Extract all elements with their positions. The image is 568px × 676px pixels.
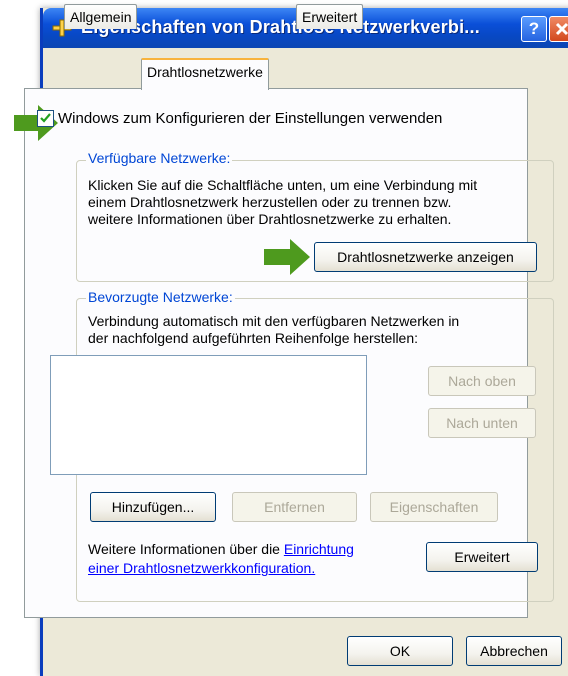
available-networks-title: Verfügbare Netzwerke: — [86, 150, 233, 166]
add-button[interactable]: Hinzufügen... — [90, 492, 216, 522]
checkmark-icon — [40, 113, 51, 123]
remove-button[interactable]: Entfernen — [232, 492, 357, 522]
move-up-button[interactable]: Nach oben — [428, 366, 536, 396]
preferred-networks-line-1: Verbindung automatisch mit den verfügbar… — [88, 313, 460, 329]
setup-link[interactable]: Einrichtung — [284, 541, 354, 557]
available-networks-line-1: Klicken Sie auf die Schaltfläche unten, … — [88, 177, 478, 193]
configure-checkbox[interactable] — [37, 110, 54, 127]
close-button[interactable] — [549, 16, 568, 42]
preferred-networks-title: Bevorzugte Netzwerke: — [86, 289, 235, 305]
move-down-button[interactable]: Nach unten — [428, 408, 536, 438]
configure-checkbox-label[interactable]: Windows zum Konfigurieren der Einstellun… — [58, 110, 442, 127]
help-button[interactable]: ? — [521, 16, 547, 42]
tab-advanced[interactable]: Erweitert — [296, 4, 364, 29]
preferred-networks-list[interactable] — [50, 355, 367, 475]
arrow-pointer-icon — [264, 239, 310, 275]
advanced-button[interactable]: Erweitert — [426, 542, 538, 572]
info-text: Weitere Informationen über die Einrichtu… — [88, 541, 354, 558]
tab-general[interactable]: Allgemein — [64, 4, 138, 29]
background-edge — [0, 0, 16, 675]
available-networks-line-3: weitere Informationen über Drahtlosnetzw… — [88, 211, 452, 227]
properties-button[interactable]: Eigenschaften — [370, 492, 498, 522]
preferred-networks-line-2: der nachfolgend aufgeführten Reihenfolge… — [88, 330, 419, 346]
ok-button[interactable]: OK — [347, 636, 453, 666]
close-icon — [555, 22, 568, 36]
setup-link-continued[interactable]: einer Drahtlosnetzwerkkonfiguration. — [88, 560, 315, 577]
available-networks-line-2: einem Drahtlosnetzwerk herzustellen oder… — [88, 194, 452, 210]
dialog-title: Eigenschaften von Drahtlose Netzwerkverb… — [81, 17, 480, 37]
tab-wireless-networks[interactable]: Drahtlosnetzwerke — [141, 58, 269, 90]
cancel-button[interactable]: Abbrechen — [466, 636, 562, 666]
show-wireless-networks-button[interactable]: Drahtlosnetzwerke anzeigen — [314, 242, 537, 272]
info-text-prefix: Weitere Informationen über die — [88, 541, 284, 557]
